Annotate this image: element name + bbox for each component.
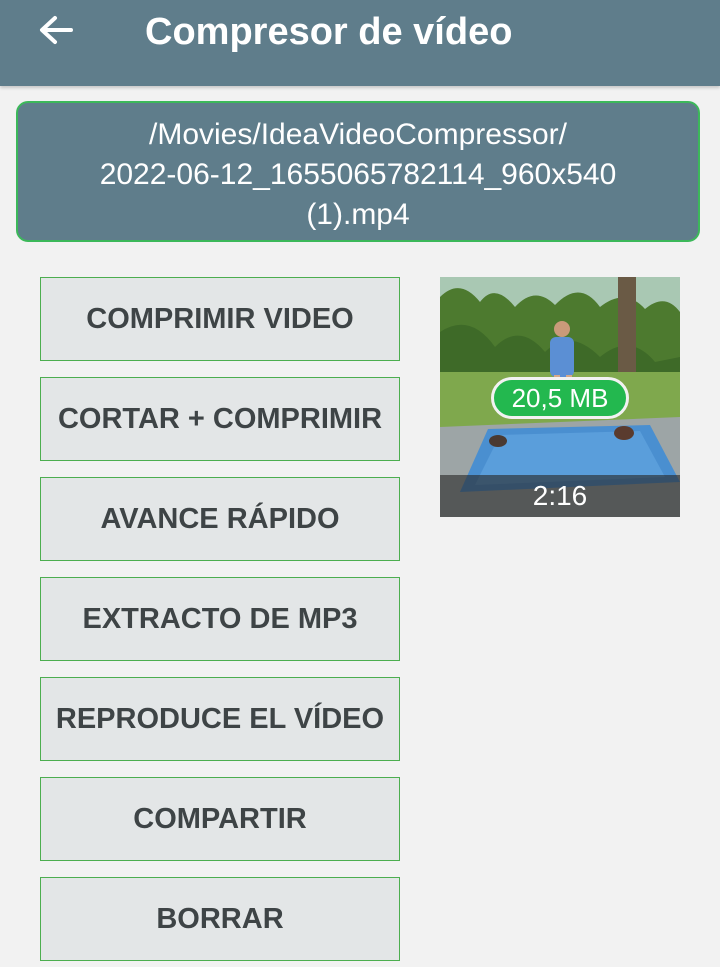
file-path-line: (1).mp4 bbox=[306, 198, 410, 231]
trim-compress-button[interactable]: CORTAR + COMPRIMIR bbox=[40, 377, 400, 461]
extract-mp3-button[interactable]: EXTRACTO DE MP3 bbox=[40, 577, 400, 661]
file-size-badge: 20,5 MB bbox=[491, 377, 629, 419]
file-path-line: /Movies/IdeaVideoCompressor/ bbox=[149, 118, 567, 151]
compress-video-button[interactable]: COMPRIMIR VIDEO bbox=[40, 277, 400, 361]
file-path-line: 2022-06-12_1655065782114_960x540 bbox=[99, 158, 617, 191]
play-video-button[interactable]: REPRODUCE EL VÍDEO bbox=[40, 677, 400, 761]
video-duration: 2:16 bbox=[440, 475, 680, 517]
arrow-left-icon bbox=[38, 15, 74, 50]
back-button[interactable] bbox=[30, 8, 82, 56]
share-button[interactable]: COMPARTIR bbox=[40, 777, 400, 861]
delete-button[interactable]: BORRAR bbox=[40, 877, 400, 961]
page-title: Compresor de vídeo bbox=[145, 11, 513, 53]
fast-forward-button[interactable]: AVANCE RÁPIDO bbox=[40, 477, 400, 561]
file-path-display: /Movies/IdeaVideoCompressor/ 2022-06-12_… bbox=[16, 101, 700, 242]
app-bar: Compresor de vídeo bbox=[0, 0, 720, 86]
